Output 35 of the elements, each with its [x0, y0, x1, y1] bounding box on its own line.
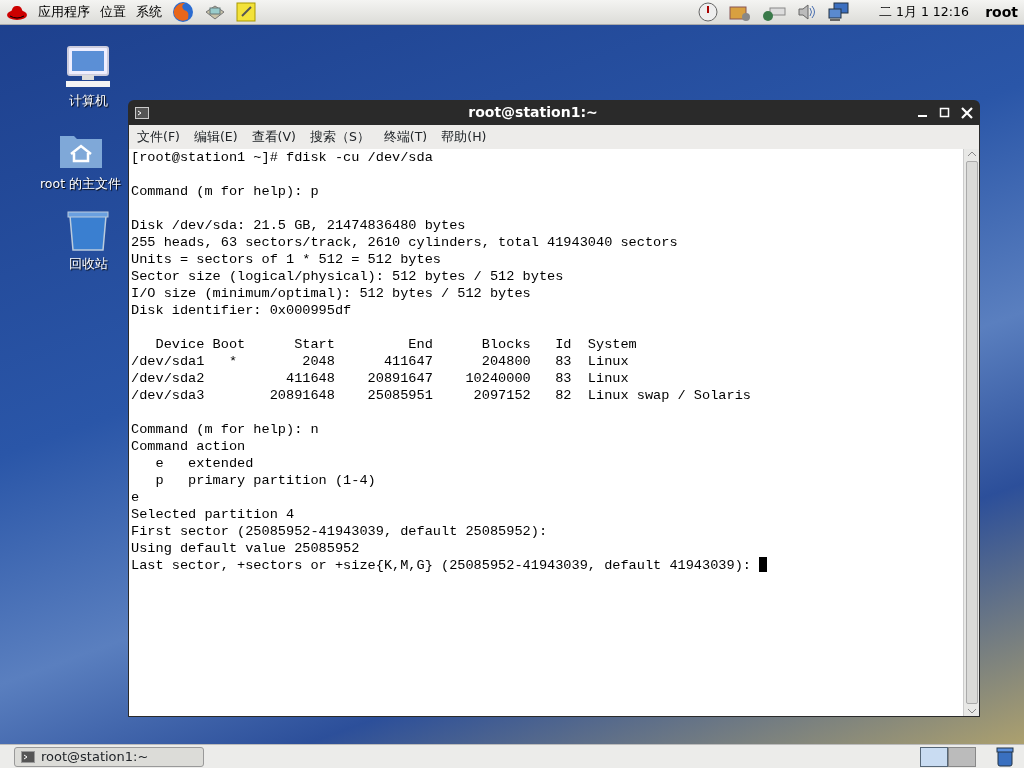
- panel-menu[interactable]: 应用程序: [38, 2, 90, 22]
- workspace-switcher-cell[interactable]: [920, 746, 948, 767]
- workspace-switcher-cell[interactable]: [948, 746, 976, 767]
- menu-item[interactable]: 搜索（S）: [309, 127, 370, 147]
- desktop-icon-label[interactable]: 计算机: [68, 92, 108, 111]
- scroll-down-icon[interactable]: [966, 706, 977, 716]
- note-pencil-icon[interactable]: [236, 2, 256, 22]
- close-icon[interactable]: [961, 106, 973, 119]
- window-title: root@station1:~: [467, 103, 599, 122]
- terminal-icon: [135, 106, 149, 119]
- panel-menu[interactable]: 位置: [100, 2, 126, 22]
- scroll-up-icon[interactable]: [966, 149, 977, 159]
- menu-item[interactable]: 查看(V): [251, 127, 296, 147]
- scrollbar[interactable]: [963, 149, 979, 716]
- trash-icon[interactable]: [996, 746, 1014, 767]
- taskbar-button[interactable]: root@station1:~: [14, 746, 204, 767]
- user-name[interactable]: root: [985, 1, 1018, 23]
- menu-item[interactable]: 终端(T): [383, 127, 428, 147]
- network-computers-icon[interactable]: [828, 2, 851, 22]
- computer-icon[interactable]: [64, 45, 112, 89]
- clock-alert-icon[interactable]: [698, 2, 719, 22]
- clock-text[interactable]: 二 1月 1 12:16: [879, 2, 969, 22]
- menu-item[interactable]: 帮助(H): [441, 127, 487, 147]
- maximize-icon[interactable]: [939, 106, 951, 119]
- menu-item[interactable]: 编辑(E): [193, 127, 238, 147]
- menu-item[interactable]: 文件(F): [137, 127, 180, 147]
- terminal-output: [root@station1 ~]# fdisk -cu /dev/sda Command (m for help): p Disk /dev/sda: 21.5 GB, 21474836480 bytes 255 heads, 63 sectors/track, 2610 cylinders, total 41943040 sectors Units = sectors of 1 * 512 = 512 bytes Sector size (logical/physical): 512 bytes / 512 bytes I/O size (minimum/optimal): 512 bytes / 512 bytes Disk identifier: 0x000995df Device Boot Start End Blocks Id System /dev/sda1 * 2048 411647 204800 83 Linux /dev/sda2 411648 20891647 10240000 83 Linux /dev/sda3 20891648 25085951 2097152 82 Linux swap / Solaris Command (m for help): n Command action e extended p primary partition (1-4) e Selected partition 4 First sector (25085952-41943039, default 25085952): Using default value 25085952 Last sector, +sectors or +size{K,M,G} (25085952-41943039, default 41943039):: [129, 149, 963, 716]
- terminal-icon: [21, 750, 35, 763]
- hat-logo-icon[interactable]: [6, 3, 28, 21]
- desktop-icon-label[interactable]: 回收站: [68, 255, 108, 274]
- desktop-icon-label[interactable]: root 的主文件: [40, 175, 122, 194]
- scrollbar-thumb[interactable]: [965, 161, 978, 704]
- panel-menu[interactable]: 系统: [136, 2, 162, 22]
- trash-icon[interactable]: [64, 208, 112, 252]
- globe-browser-icon[interactable]: [172, 1, 194, 23]
